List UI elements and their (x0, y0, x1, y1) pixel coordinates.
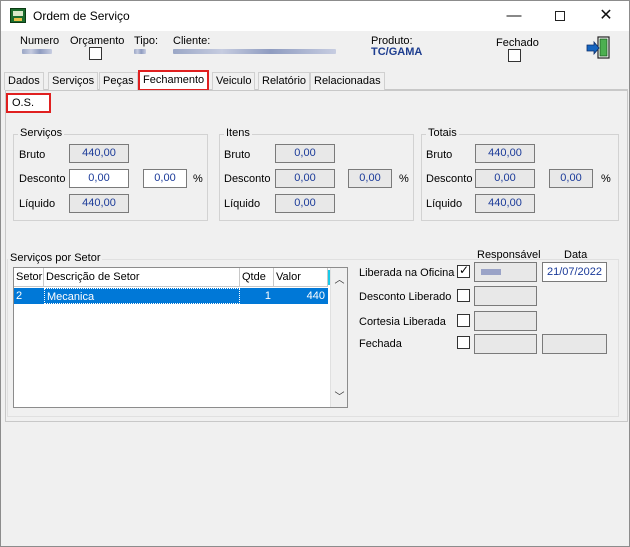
title-bar: Ordem de Serviço — ✕ (1, 1, 629, 31)
tab-strip: Dados Serviços Peças Fechamento Veiculo … (4, 70, 628, 91)
totais-desconto-label: Desconto (426, 173, 473, 185)
totais-group-title: Totais (426, 127, 459, 139)
data-header: Data (564, 249, 588, 261)
produto-value: TC/GAMA (371, 46, 423, 58)
liberada-data-field[interactable]: 21/07/2022 (542, 262, 607, 282)
app-icon (10, 8, 26, 23)
cortesia-responsavel-field[interactable] (474, 311, 537, 331)
col-valor[interactable]: Valor (274, 268, 328, 287)
tipo-value (134, 49, 146, 54)
servicos-group-title: Serviços (18, 127, 65, 139)
itens-pct-symbol: % (399, 173, 409, 185)
cell-qtde: 1 (264, 290, 271, 302)
servicos-liquido-field[interactable]: 440,00 (69, 194, 129, 213)
itens-desconto-label: Desconto (224, 173, 271, 185)
tab-relatorio[interactable]: Relatório (258, 72, 311, 90)
orcamento-label: Orçamento (70, 35, 125, 47)
totais-bruto-label: Bruto (426, 149, 453, 161)
tab-fechamento[interactable]: Fechamento (138, 70, 210, 91)
itens-bruto-field[interactable]: 0,00 (275, 144, 335, 163)
cell-setor: 2 (16, 290, 23, 302)
exit-door-icon[interactable] (585, 36, 611, 60)
cell-valor: 440 (306, 290, 325, 302)
responsavel-header: Responsável (477, 249, 541, 261)
itens-bruto-label: Bruto (224, 149, 251, 161)
numero-value (22, 49, 52, 54)
fechado-label: Fechado (496, 37, 539, 49)
totais-liquido-label: Líquido (426, 198, 463, 210)
col-descricao[interactable]: Descrição de Setor (44, 268, 240, 287)
totais-liquido-field[interactable]: 440,00 (475, 194, 535, 213)
itens-desconto-pct-field[interactable]: 0,00 (348, 169, 392, 188)
orcamento-checkbox[interactable] (89, 47, 102, 60)
fechada-data-field[interactable] (542, 334, 607, 354)
maximize-button[interactable] (537, 1, 583, 31)
order-window: Ordem de Serviço — ✕ Numero Orçamento Ti… (0, 0, 630, 547)
itens-desconto-field[interactable]: 0,00 (275, 169, 335, 188)
desconto-responsavel-field[interactable] (474, 286, 537, 306)
itens-liquido-field[interactable]: 0,00 (275, 194, 335, 213)
window-title: Ordem de Serviço (33, 9, 130, 23)
cell-descricao: Mecanica (44, 288, 240, 304)
cliente-value (173, 49, 336, 54)
setor-grid[interactable]: Setor Descrição de Setor Qtde Valor 2 Me… (13, 267, 348, 408)
table-row[interactable]: 2 Mecanica 1 440 (14, 288, 328, 304)
totais-pct-symbol: % (601, 173, 611, 185)
grid-scrollbar[interactable]: ︿ ﹀ (330, 268, 347, 407)
liberada-label: Liberada na Oficina (359, 267, 455, 279)
chevron-up-icon[interactable]: ︿ (331, 271, 348, 286)
tab-veiculo[interactable]: Veiculo (212, 72, 256, 90)
totais-bruto-field[interactable]: 440,00 (475, 144, 535, 163)
totais-desconto-field[interactable]: 0,00 (475, 169, 535, 188)
servicos-desconto-label: Desconto (19, 173, 66, 185)
close-button[interactable]: ✕ (583, 1, 629, 31)
liberada-checkbox[interactable] (457, 263, 470, 278)
fechada-responsavel-field[interactable] (474, 334, 537, 354)
itens-group-title: Itens (224, 127, 252, 139)
fechada-label: Fechada (359, 338, 402, 350)
tab-dados[interactable]: Dados (4, 72, 44, 90)
tab-relacionadas[interactable]: Relacionadas (310, 72, 385, 90)
servicos-desconto-pct-field[interactable]: 0,00 (143, 169, 187, 188)
cortesia-checkbox[interactable] (457, 314, 470, 327)
desconto-liberado-checkbox[interactable] (457, 289, 470, 302)
servicos-desconto-field[interactable]: 0,00 (69, 169, 129, 188)
totais-desconto-pct-field[interactable]: 0,00 (549, 169, 593, 188)
minimize-button[interactable]: — (491, 1, 537, 31)
col-setor[interactable]: Setor (14, 268, 44, 287)
tipo-label: Tipo: (134, 35, 159, 47)
itens-liquido-label: Líquido (224, 198, 261, 210)
setor-group-title: Serviços por Setor (8, 252, 103, 264)
tab-pecas[interactable]: Peças (99, 72, 138, 90)
chevron-down-icon[interactable]: ﹀ (331, 388, 348, 403)
tab-servicos[interactable]: Serviços (48, 72, 99, 90)
numero-label: Numero (20, 35, 60, 47)
servicos-liquido-label: Líquido (19, 198, 56, 210)
servicos-pct-symbol: % (193, 173, 203, 185)
cortesia-label: Cortesia Liberada (359, 316, 446, 328)
servicos-bruto-label: Bruto (19, 149, 46, 161)
desconto-liberado-label: Desconto Liberado (359, 291, 452, 303)
servicos-bruto-field[interactable]: 440,00 (69, 144, 129, 163)
fechado-checkbox[interactable] (508, 49, 521, 62)
col-qtde[interactable]: Qtde (240, 268, 274, 287)
liberada-responsavel-field[interactable] (474, 262, 537, 282)
fechada-checkbox[interactable] (457, 336, 470, 349)
cliente-label: Cliente: (173, 35, 211, 47)
subtab-os[interactable]: O.S. (6, 93, 51, 113)
